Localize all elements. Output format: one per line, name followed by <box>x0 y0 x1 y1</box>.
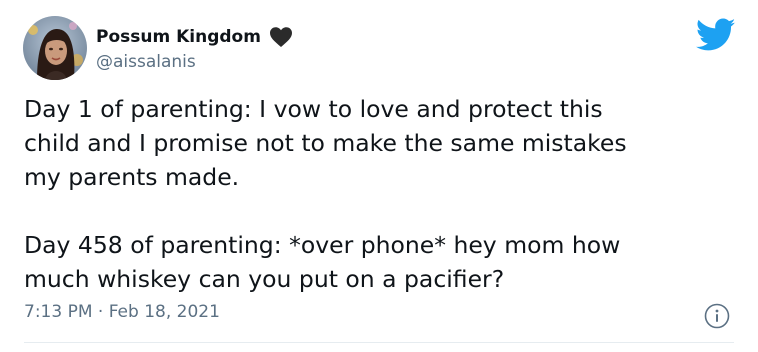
author-name-row: Possum Kingdom <box>96 25 293 49</box>
avatar[interactable] <box>23 16 87 80</box>
tweet-line: Day 458 of parenting: *over phone* hey m… <box>24 231 621 259</box>
twitter-bird-icon[interactable] <box>695 18 736 52</box>
black-heart-icon <box>269 26 293 48</box>
avatar-image <box>23 16 87 80</box>
divider <box>24 342 734 343</box>
info-icon[interactable] <box>704 303 730 329</box>
tweet-card: Possum Kingdom @aissalanis Day 1 of pare… <box>0 0 758 352</box>
tweet-line: Day 1 of parenting: I vow to love and pr… <box>24 95 603 123</box>
tweet-line: child and I promise not to make the same… <box>24 129 627 157</box>
author-display-name[interactable]: Possum Kingdom <box>96 27 261 47</box>
author-handle[interactable]: @aissalanis <box>96 52 196 72</box>
tweet-timestamp[interactable]: 7:13 PM · Feb 18, 2021 <box>24 302 220 322</box>
tweet-text: Day 1 of parenting: I vow to love and pr… <box>24 92 724 296</box>
tweet-line: much whiskey can you put on a pacifier? <box>24 265 505 293</box>
tweet-line: my parents made. <box>24 163 240 191</box>
